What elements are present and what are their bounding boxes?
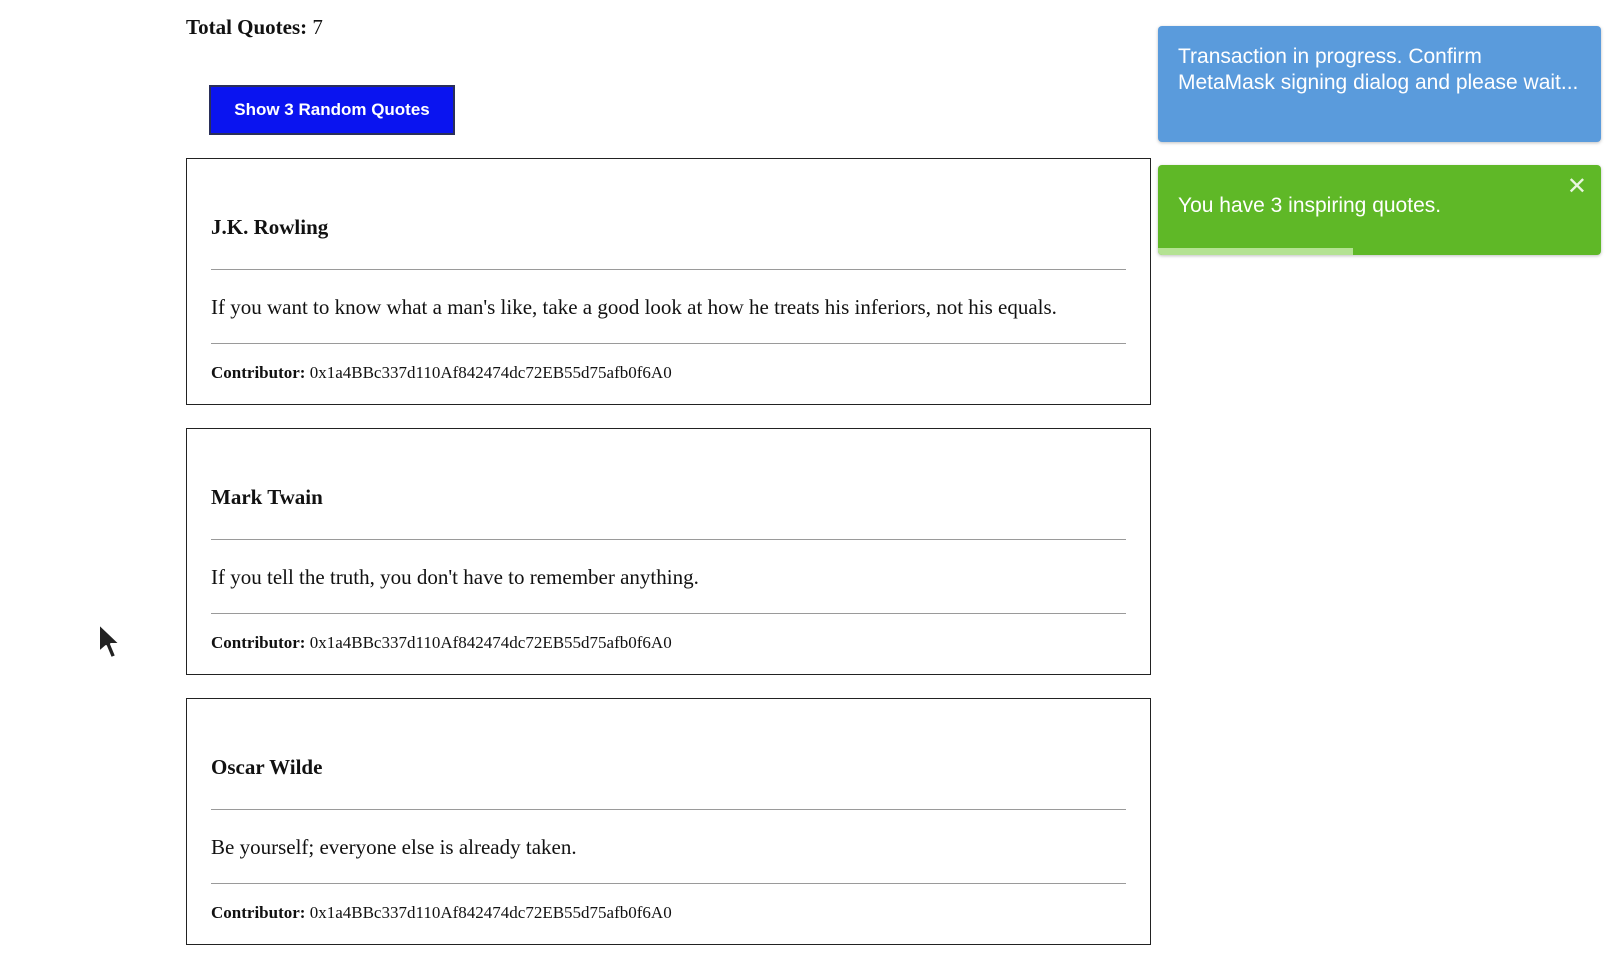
divider: [211, 343, 1126, 344]
mouse-cursor-icon: [98, 623, 121, 659]
contributor-address: 0x1a4BBc337d110Af842474dc72EB55d75afb0f6…: [309, 363, 672, 382]
toast-success-message: You have 3 inspiring quotes.: [1178, 194, 1442, 217]
toast-info-message: Transaction in progress. Confirm MetaMas…: [1178, 45, 1579, 94]
divider: [211, 883, 1126, 884]
toast-progress-bar: [1158, 248, 1353, 255]
divider: [211, 613, 1126, 614]
quote-contributor: Contributor: 0x1a4BBc337d110Af842474dc72…: [211, 632, 672, 654]
quote-text: Be yourself; everyone else is already ta…: [211, 835, 577, 859]
total-quotes: Total Quotes: 7: [186, 14, 323, 40]
close-icon[interactable]: ✕: [1567, 175, 1587, 199]
contributor-label: Contributor:: [211, 633, 306, 652]
quote-card: Oscar Wilde Be yourself; everyone else i…: [186, 698, 1151, 945]
show-random-quotes-button[interactable]: Show 3 Random Quotes: [209, 85, 455, 135]
total-quotes-label: Total Quotes:: [186, 15, 308, 39]
contributor-label: Contributor:: [211, 363, 306, 382]
contributor-address: 0x1a4BBc337d110Af842474dc72EB55d75afb0f6…: [309, 633, 672, 652]
total-quotes-value: 7: [312, 15, 323, 39]
quote-author: Oscar Wilde: [211, 755, 323, 779]
quote-card: Mark Twain If you tell the truth, you do…: [186, 428, 1151, 675]
quote-text: If you tell the truth, you don't have to…: [211, 565, 699, 589]
divider: [211, 269, 1126, 270]
quote-contributor: Contributor: 0x1a4BBc337d110Af842474dc72…: [211, 902, 672, 924]
divider: [211, 809, 1126, 810]
contributor-address: 0x1a4BBc337d110Af842474dc72EB55d75afb0f6…: [309, 903, 672, 922]
toast-info[interactable]: Transaction in progress. Confirm MetaMas…: [1158, 26, 1601, 142]
quote-text: If you want to know what a man's like, t…: [211, 295, 1057, 319]
divider: [211, 539, 1126, 540]
quote-author: J.K. Rowling: [211, 215, 329, 239]
toast-success[interactable]: You have 3 inspiring quotes. ✕: [1158, 165, 1601, 255]
quote-card: J.K. Rowling If you want to know what a …: [186, 158, 1151, 405]
quote-author: Mark Twain: [211, 485, 323, 509]
contributor-label: Contributor:: [211, 903, 306, 922]
quote-contributor: Contributor: 0x1a4BBc337d110Af842474dc72…: [211, 362, 672, 384]
